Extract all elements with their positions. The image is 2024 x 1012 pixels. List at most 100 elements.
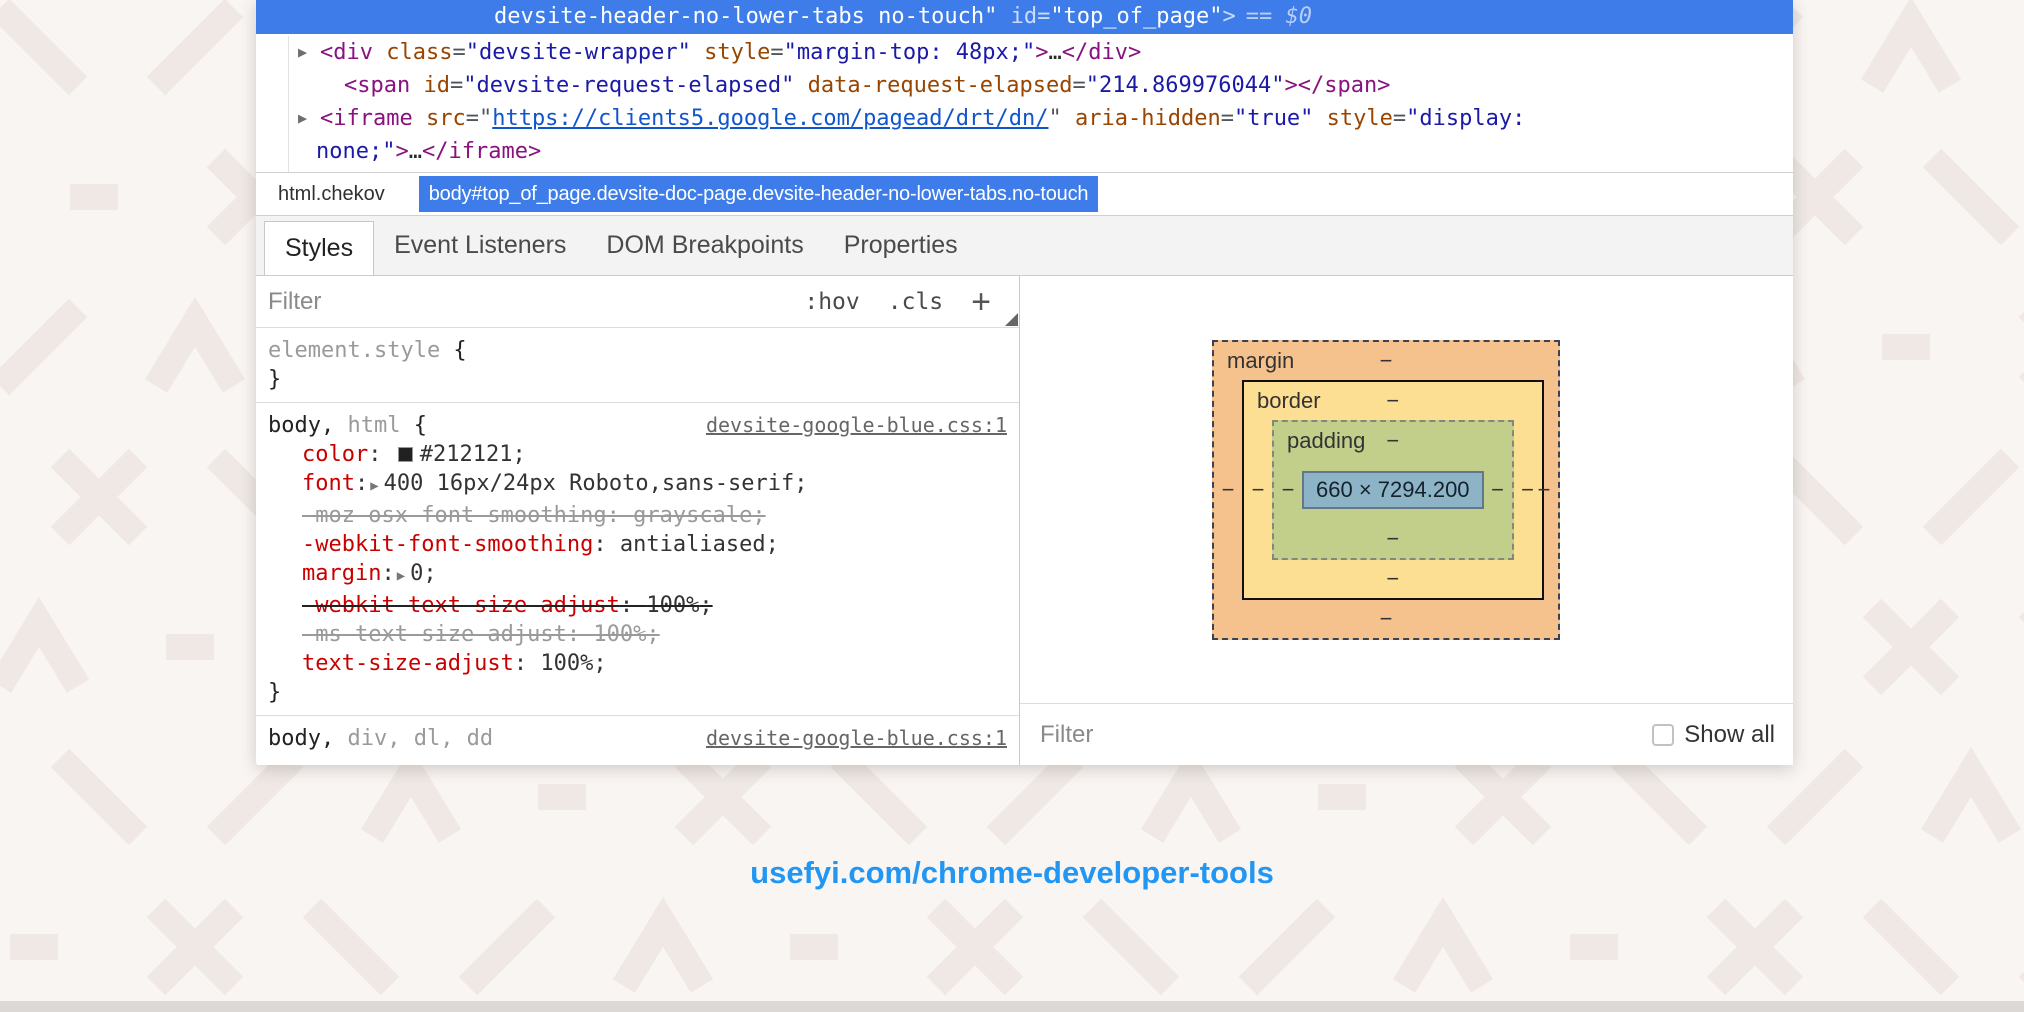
css-colon: :	[606, 503, 634, 528]
css-selector[interactable]: div, dl, dd	[334, 726, 493, 751]
tab-dom-breakpoints[interactable]: DOM Breakpoints	[586, 216, 823, 275]
expand-value-arrow-icon[interactable]: ▶	[397, 568, 405, 584]
box-model-border[interactable]: border − − padding − − 660 × 7294.200 − …	[1242, 380, 1544, 600]
css-property[interactable]: -moz-osx-font-smoothing: grayscale;	[268, 501, 1007, 530]
dom-selected-node[interactable]: devsite-header-no-lower-tabs no-touch" i…	[256, 0, 1793, 34]
css-rule: element.style {}	[256, 328, 1019, 403]
css-semicolon: ;	[794, 471, 808, 496]
css-property[interactable]: font: ▶ 400 16px/24px Roboto,sans-serif;	[268, 469, 1007, 501]
border-label: border	[1257, 388, 1321, 413]
code-token: …	[408, 139, 422, 164]
css-selector[interactable]: body,	[268, 413, 334, 438]
code-token: >	[395, 139, 409, 164]
padding-bottom-value[interactable]: −	[1386, 526, 1399, 552]
padding-right-value[interactable]: −	[1484, 460, 1512, 520]
dom-tree-node[interactable]: <span id="devsite-request-elapsed" data-…	[256, 69, 1793, 102]
code-token: "devsite-wrapper"	[465, 40, 691, 65]
css-colon: :	[354, 471, 369, 496]
code-token: >	[1141, 172, 1154, 173]
computed-filter-input[interactable]	[1020, 720, 1653, 749]
code-token: "margin-top: 48px;"	[783, 40, 1036, 65]
code-token: src	[412, 106, 466, 131]
css-property-value[interactable]: antialiased	[620, 532, 766, 557]
css-property-value[interactable]: #212121	[420, 442, 513, 467]
css-property-name[interactable]: color	[302, 442, 368, 467]
css-property[interactable]: margin: ▶ 0;	[268, 559, 1007, 591]
code-token: devsite-header-no-lower-tabs no-touch"	[494, 4, 998, 29]
css-property-value[interactable]: 0	[410, 561, 423, 586]
class-toggle-button[interactable]: .cls	[888, 289, 943, 315]
code-token: </div>	[1061, 40, 1142, 65]
expand-value-arrow-icon[interactable]: ▶	[370, 478, 378, 494]
expand-arrow-icon[interactable]: ▶	[298, 36, 307, 69]
css-selector[interactable]: html	[334, 413, 400, 438]
box-model-content[interactable]: 660 × 7294.200	[1302, 471, 1484, 509]
css-property-value[interactable]: 100%	[540, 651, 593, 676]
css-selector-line[interactable]: body, div, dl, dd devsite-google-blue.css…	[268, 724, 1007, 753]
code-token: …	[1048, 40, 1062, 65]
corner-resizer-icon[interactable]	[1005, 313, 1018, 326]
code-token: https://clients5.google.com/pagead/drt/d…	[492, 106, 1049, 131]
css-property-name[interactable]: -webkit-font-smoothing	[302, 532, 593, 557]
border-top-value[interactable]: −	[1386, 388, 1399, 414]
css-selector[interactable]: body,	[268, 726, 334, 751]
css-selector[interactable]: element.style	[268, 338, 440, 363]
css-property-value[interactable]: 400 16px/24px Roboto,sans-serif	[384, 471, 795, 496]
css-property[interactable]: color: #212121;	[268, 440, 1007, 469]
code-token: "214.869976044"	[1085, 73, 1285, 98]
dom-tree-node[interactable]: ▶ <div class="devsite-wrapper" style="mar…	[256, 36, 1793, 69]
css-property-value[interactable]: 100%	[646, 593, 699, 618]
dom-tree: ▶ <div class="devsite-wrapper" style="mar…	[256, 34, 1793, 173]
code-token: style	[1313, 106, 1393, 131]
styles-toolbar: :hov .cls +	[804, 285, 1019, 319]
dom-tree-node[interactable]: ▶ <iframe src="https://clients5.google.co…	[256, 102, 1793, 135]
stylesheet-link[interactable]: devsite-google-blue.css:1	[706, 411, 1007, 440]
css-property[interactable]: -webkit-text-size-adjust: 100%;	[268, 591, 1007, 620]
padding-left-value[interactable]: −	[1274, 460, 1302, 520]
css-property-name[interactable]: font	[302, 471, 355, 496]
css-property-name[interactable]: -moz-osx-font-smoothing	[302, 503, 607, 528]
css-colon: :	[619, 593, 647, 618]
padding-top-value[interactable]: −	[1386, 428, 1399, 454]
css-property-name[interactable]: -webkit-text-size-adjust	[302, 593, 620, 618]
bottom-strip	[0, 1001, 2024, 1012]
breadcrumb-item-1[interactable]: body#top_of_page.devsite-doc-page.devsit…	[418, 176, 1099, 212]
code-token: "display:	[1406, 106, 1526, 131]
code-token: class	[372, 40, 453, 65]
margin-left-value[interactable]: −	[1214, 380, 1242, 600]
margin-bottom-value[interactable]: −	[1380, 606, 1393, 632]
stylesheet-link[interactable]: devsite-google-blue.css:1	[706, 724, 1007, 753]
tab-styles[interactable]: Styles	[264, 221, 375, 275]
overridden-property: -webkit-text-size-adjust: 100%;	[302, 593, 713, 618]
show-all-checkbox[interactable]	[1652, 723, 1675, 746]
expand-arrow-icon[interactable]: ▶	[298, 168, 307, 172]
css-property-value[interactable]: 100%	[593, 622, 646, 647]
css-property-name[interactable]: text-size-adjust	[302, 651, 514, 676]
css-property[interactable]: -ms-text-size-adjust: 100%;	[268, 620, 1007, 649]
pseudo-class-button[interactable]: :hov	[804, 289, 859, 315]
dom-tree-node[interactable]: none;">…</iframe>	[256, 135, 1793, 168]
css-property[interactable]: -webkit-font-smoothing: antialiased;	[268, 530, 1007, 559]
caption-link[interactable]: usefyi.com/chrome-developer-tools	[0, 855, 2024, 891]
box-model-margin[interactable]: margin − − border − − padding − − 660 × …	[1212, 340, 1560, 640]
border-bottom-value[interactable]: −	[1386, 566, 1399, 592]
css-selector-line[interactable]: element.style {	[268, 336, 1007, 365]
css-selector-line[interactable]: body, html {devsite-google-blue.css:1	[268, 411, 1007, 440]
css-property-name[interactable]: -ms-text-size-adjust	[302, 622, 567, 647]
breadcrumb-item-0[interactable]: html.chekov	[268, 176, 395, 212]
css-property[interactable]: text-size-adjust: 100%;	[268, 649, 1007, 678]
border-left-value[interactable]: −	[1244, 420, 1272, 560]
devtools-window: devsite-header-no-lower-tabs no-touch" i…	[256, 0, 1793, 765]
box-model-padding[interactable]: padding − − 660 × 7294.200 − −	[1272, 420, 1514, 560]
dom-tree-node[interactable]: ▶<div class="devsite-notification devsit…	[256, 168, 1793, 173]
color-swatch[interactable]	[397, 447, 413, 462]
margin-top-value[interactable]: −	[1380, 348, 1393, 374]
styles-filter-input[interactable]	[256, 287, 805, 316]
tab-properties[interactable]: Properties	[824, 216, 978, 275]
css-property-name[interactable]: margin	[302, 561, 381, 586]
expand-arrow-icon[interactable]: ▶	[298, 102, 307, 135]
tab-event-listeners[interactable]: Event Listeners	[374, 216, 586, 275]
css-property-value[interactable]: grayscale	[633, 503, 752, 528]
new-style-rule-button[interactable]: +	[971, 285, 991, 319]
css-semicolon: ;	[752, 503, 766, 528]
